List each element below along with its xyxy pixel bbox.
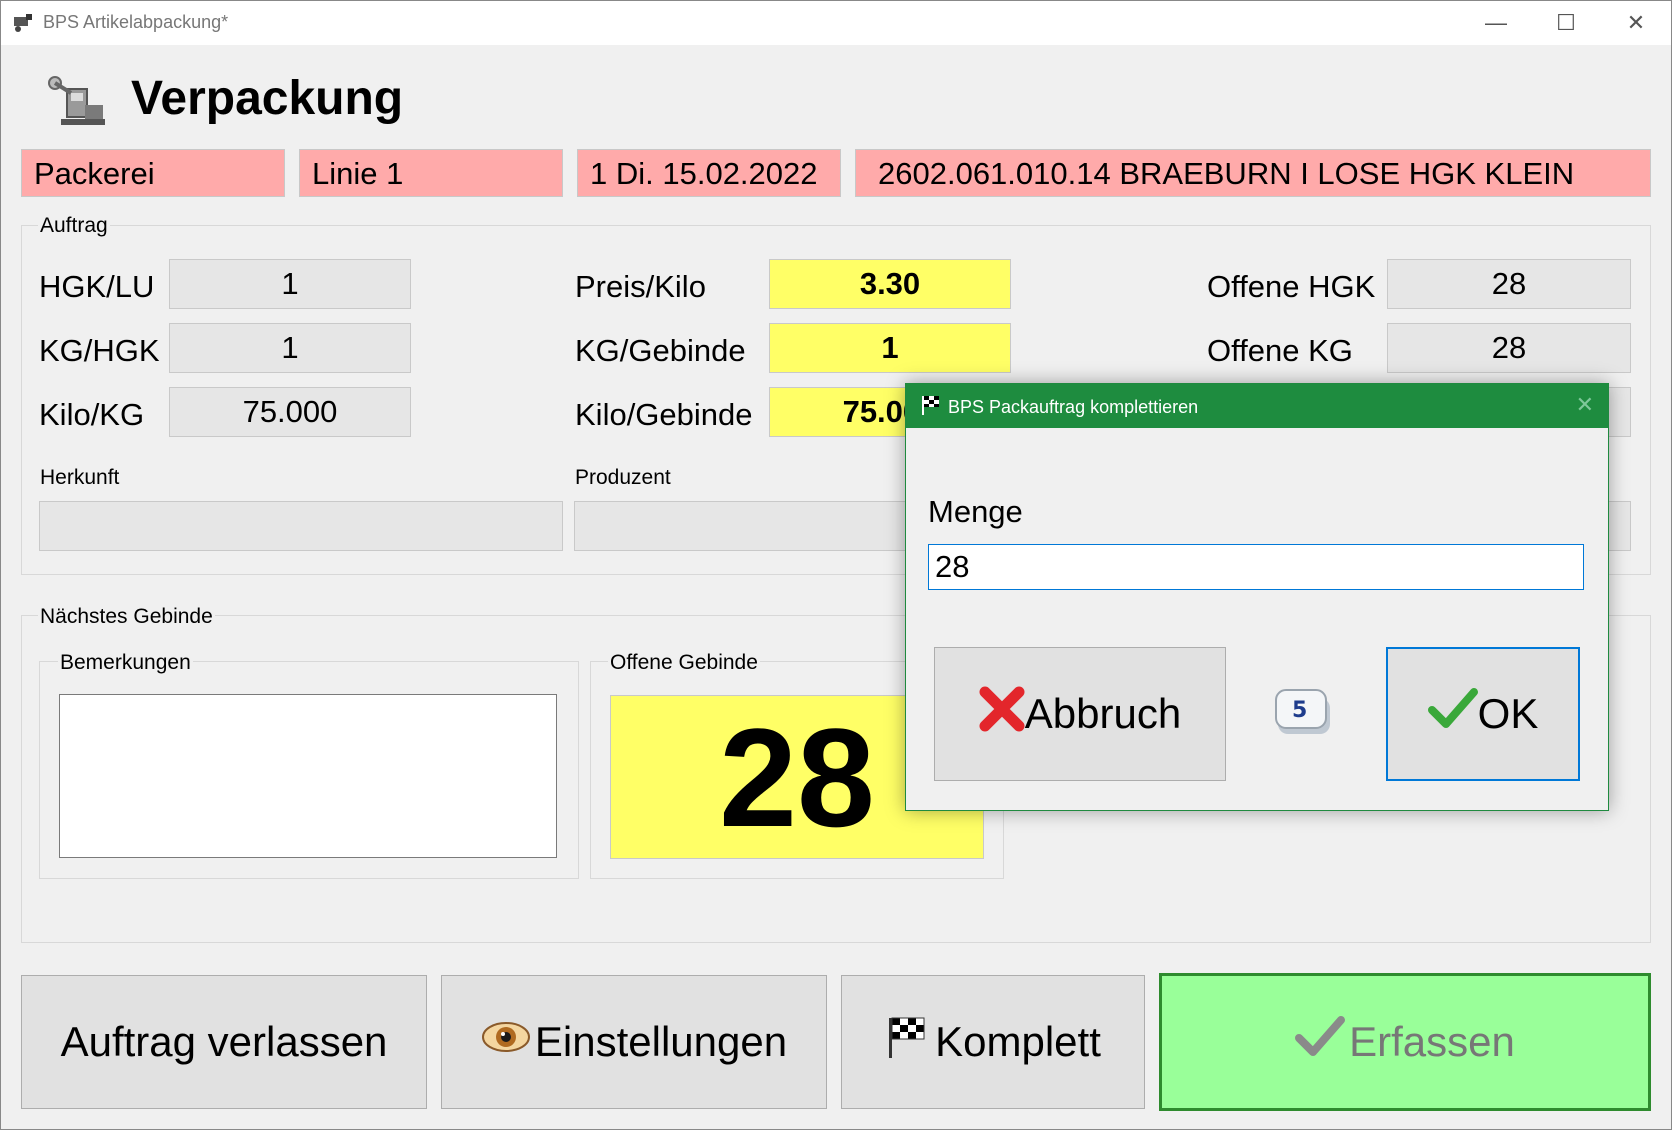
dialog-title-bar: BPS Packauftrag komplettieren ✕: [906, 384, 1608, 428]
maximize-button[interactable]: ☐: [1531, 1, 1601, 45]
line-banner: Linie 1: [299, 149, 563, 197]
kilo-gebinde-label: Kilo/Gebinde: [575, 397, 753, 432]
page-title: Verpackung: [131, 72, 404, 125]
date-banner: 1 Di. 15.02.2022: [577, 149, 841, 197]
preis-kilo-label: Preis/Kilo: [575, 269, 706, 304]
keypad-key-label: 5: [1292, 698, 1307, 723]
minimize-button[interactable]: —: [1461, 1, 1531, 45]
hgk-lu-label: HGK/LU: [39, 269, 155, 304]
hgk-lu-value: 1: [169, 259, 411, 309]
packaging-machine-icon: [41, 71, 111, 131]
green-check-icon: [1427, 686, 1478, 742]
keypad-icon[interactable]: 5: [1272, 684, 1334, 742]
komplett-button[interactable]: Komplett: [841, 975, 1145, 1109]
produzent-label: Produzent: [573, 466, 673, 490]
abbruch-button[interactable]: Abbruch: [934, 647, 1226, 781]
herkunft-field: [39, 501, 563, 551]
main-window: BPS Artikelabpackung* — ☐ ✕ Verpackung P…: [0, 0, 1672, 1130]
naechstes-gebinde-label: Nächstes Gebinde: [38, 605, 215, 629]
einstellungen-label: Einstellungen: [534, 1018, 788, 1065]
abbruch-label: Abbruch: [1024, 690, 1182, 737]
offene-hgk-label: Offene HGK: [1207, 269, 1376, 304]
auftrag-verlassen-button[interactable]: Auftrag verlassen: [21, 975, 427, 1109]
offene-gebinde-label: Offene Gebinde: [608, 651, 760, 675]
ok-label: OK: [1477, 690, 1539, 737]
checkered-flag-icon: [885, 1014, 935, 1070]
check-icon: [1295, 1014, 1349, 1070]
dialog-close-button[interactable]: ✕: [1576, 392, 1594, 418]
bemerkungen-label: Bemerkungen: [58, 651, 193, 675]
offene-kg-value: 28: [1387, 323, 1631, 373]
auftrag-verlassen-label: Auftrag verlassen: [60, 1018, 388, 1065]
erfassen-label: Erfassen: [1349, 1018, 1515, 1065]
kilo-kg-label: Kilo/KG: [39, 397, 145, 432]
menge-input[interactable]: [928, 544, 1584, 590]
eye-icon: [481, 1017, 535, 1067]
kilo-kg-value: 75.000: [169, 387, 411, 437]
herkunft-label: Herkunft: [38, 466, 122, 490]
window-title: BPS Artikelabpackung*: [43, 12, 229, 32]
menge-label: Menge: [928, 494, 1023, 529]
dialog-title: BPS Packauftrag komplettieren: [948, 397, 1199, 417]
close-button[interactable]: ✕: [1601, 1, 1671, 45]
preis-kilo-value: 3.30: [769, 259, 1011, 309]
packauftrag-dialog: BPS Packauftrag komplettieren ✕ Menge Ab…: [905, 383, 1609, 811]
location-banner: Packerei: [21, 149, 285, 197]
kg-gebinde-label: KG/Gebinde: [575, 333, 746, 368]
offene-kg-label: Offene KG: [1207, 333, 1353, 368]
app-icon: [11, 11, 35, 33]
red-x-icon: [979, 686, 1025, 742]
checkered-flag-icon: [920, 394, 942, 421]
auftrag-group-label: Auftrag: [38, 214, 110, 238]
erfassen-button[interactable]: Erfassen: [1159, 973, 1651, 1111]
ok-button[interactable]: OK: [1386, 647, 1580, 781]
kg-hgk-value: 1: [169, 323, 411, 373]
article-banner: 2602.061.010.14 BRAEBURN I LOSE HGK KLEI…: [855, 149, 1651, 197]
kg-gebinde-value: 1: [769, 323, 1011, 373]
einstellungen-button[interactable]: Einstellungen: [441, 975, 827, 1109]
offene-hgk-value: 28: [1387, 259, 1631, 309]
komplett-label: Komplett: [935, 1018, 1101, 1065]
title-bar: BPS Artikelabpackung* — ☐ ✕: [1, 1, 1671, 45]
kg-hgk-label: KG/HGK: [39, 333, 160, 368]
bemerkungen-textarea[interactable]: [59, 694, 557, 858]
